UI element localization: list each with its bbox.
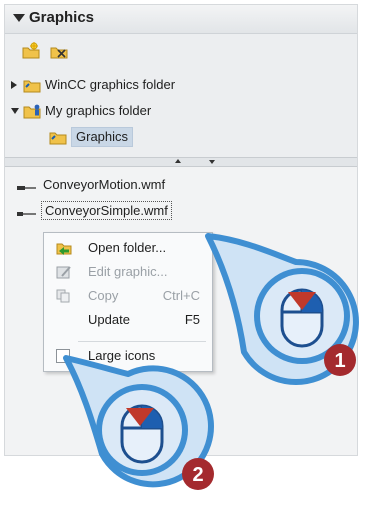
callout-badge-1: 1 [334, 350, 345, 372]
menu-item-update[interactable]: Update F5 [48, 309, 208, 331]
collapse-arrow-icon[interactable] [11, 108, 19, 114]
menu-item-shortcut: Ctrl+C [162, 288, 200, 303]
menu-separator [78, 341, 206, 342]
file-name: ConveyorSimple.wmf [41, 201, 172, 220]
panel-header[interactable]: Graphics [5, 5, 357, 34]
folder-icon [23, 78, 41, 93]
wmf-file-icon [17, 206, 37, 216]
callout-badge-2: 2 [192, 464, 203, 486]
callout-right-click-1: 1 [204, 232, 364, 402]
file-item-conveyormotion[interactable]: ConveyorMotion.wmf [17, 175, 317, 195]
menu-item-label: Update [88, 312, 130, 327]
tree-item-label: WinCC graphics folder [45, 77, 176, 92]
menu-item-copy[interactable]: Copy Ctrl+C [48, 285, 208, 307]
tree-item-label: My graphics folder [45, 103, 152, 118]
tree-item-my-graphics-folder[interactable]: My graphics folder [11, 101, 331, 121]
file-item-conveyorsimple[interactable]: ConveyorSimple.wmf [17, 201, 317, 221]
menu-item-shortcut: F5 [184, 312, 200, 327]
menu-item-label: Open folder... [88, 240, 167, 255]
delete-folder-icon[interactable] [49, 41, 69, 59]
expand-arrow-icon[interactable] [11, 81, 17, 89]
tree-item-label: Graphics [71, 127, 134, 147]
panel-title: Graphics [29, 9, 95, 26]
menu-item-label: Edit graphic... [88, 264, 168, 279]
callout-right-click-2: 2 [62, 354, 224, 504]
wmf-file-icon [17, 180, 37, 190]
new-folder-icon[interactable] [21, 41, 41, 59]
open-folder-icon [56, 240, 72, 256]
edit-graphic-icon [56, 264, 72, 280]
menu-item-label: Copy [88, 288, 119, 303]
tree-item-graphics[interactable]: Graphics [49, 127, 249, 147]
mouse-right-click-icon [120, 404, 164, 464]
menu-item-open-folder[interactable]: Open folder... [48, 237, 208, 259]
folder-icon [49, 130, 67, 145]
menu-item-edit-graphic[interactable]: Edit graphic... [48, 261, 208, 283]
collapse-triangle-icon[interactable] [13, 14, 25, 22]
copy-icon [56, 288, 72, 304]
splitter-up-arrow-icon[interactable] [175, 159, 181, 163]
splitter[interactable] [5, 157, 357, 167]
splitter-down-arrow-icon[interactable] [209, 160, 215, 164]
file-name: ConveyorMotion.wmf [43, 177, 166, 192]
mouse-right-click-icon [280, 288, 324, 348]
user-folder-icon [23, 104, 41, 119]
tree-item-wincc-graphics-folder[interactable]: WinCC graphics folder [11, 75, 331, 95]
context-menu: Open folder... Edit graphic... Copy Ctrl… [43, 232, 213, 372]
